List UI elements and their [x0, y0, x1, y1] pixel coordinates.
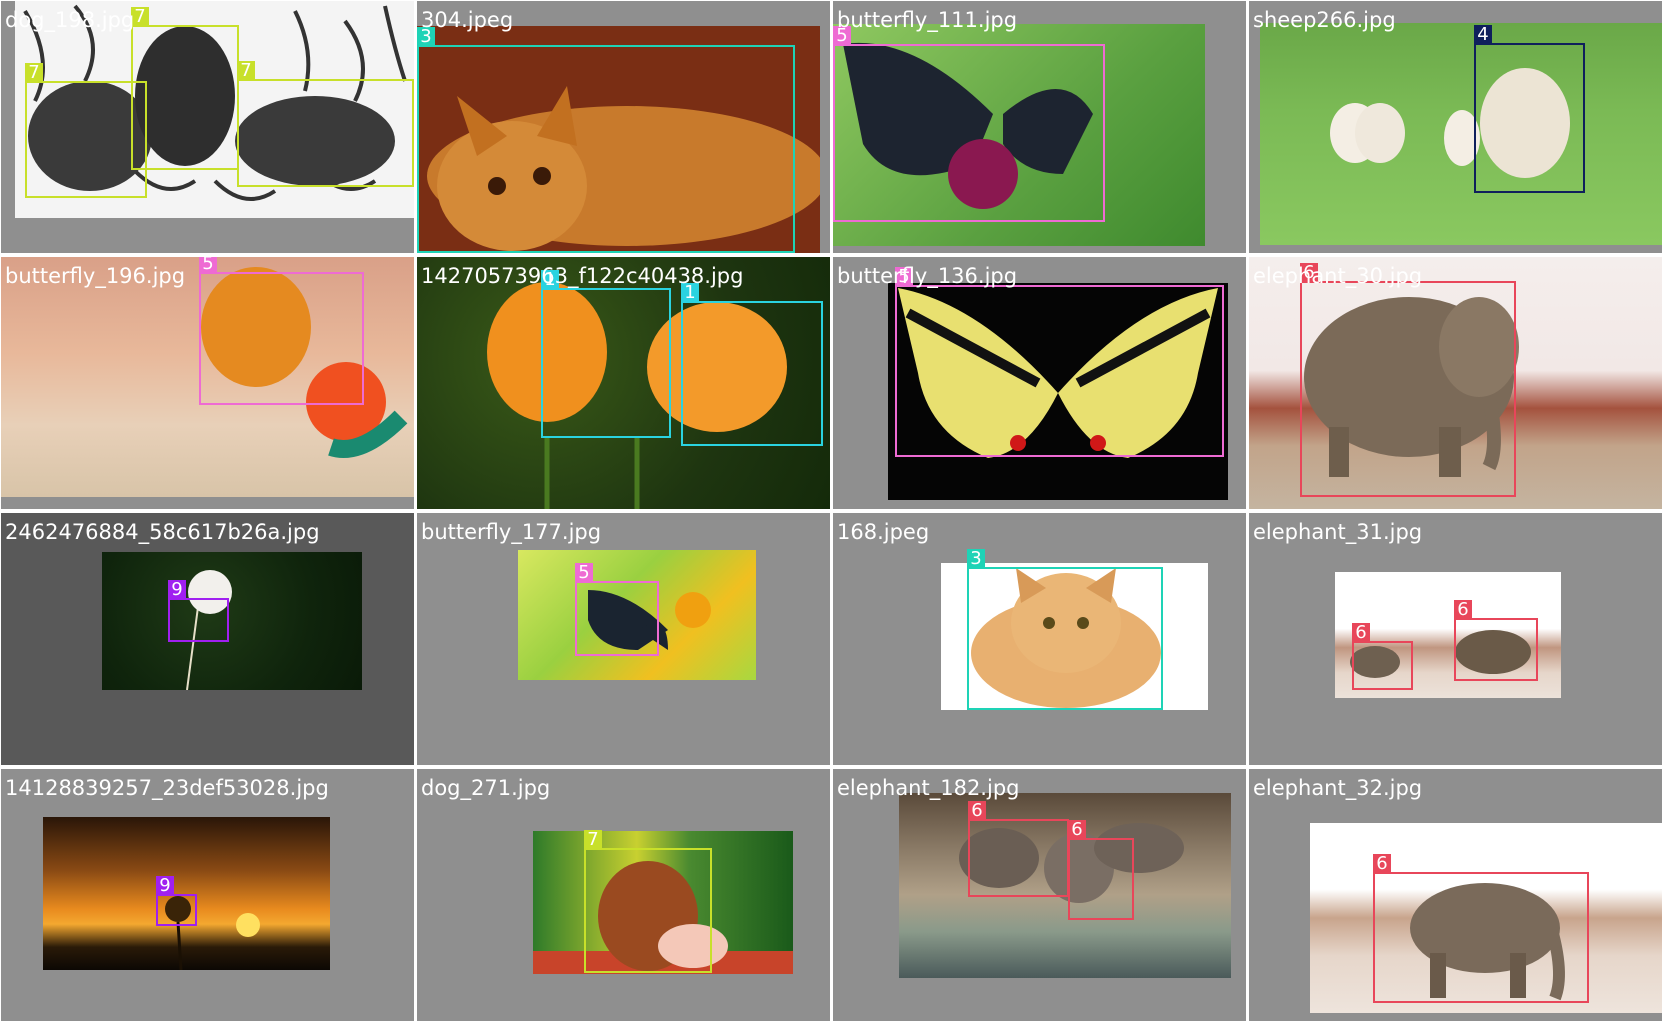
image-filename: dog_271.jpg	[421, 776, 551, 800]
detection-box: 5	[199, 257, 364, 405]
image-filename: elephant_32.jpg	[1253, 776, 1423, 800]
class-label: 9	[168, 580, 186, 600]
class-label: 7	[25, 63, 43, 83]
detection-box: 6	[1300, 263, 1516, 497]
image-tile[interactable]: 1 1 14270573963_f122c40438.jpg	[417, 257, 830, 509]
class-label: 6	[1454, 600, 1472, 620]
image-tile[interactable]: 6 6 elephant_31.jpg	[1249, 513, 1662, 765]
image-tile[interactable]: 9 2462476884_58c617b26a.jpg	[1, 513, 414, 765]
class-label: 7	[584, 830, 602, 850]
class-label: 7	[237, 61, 255, 81]
image-tile[interactable]: 6 elephant_32.jpg	[1249, 769, 1662, 1021]
image-filename: 168.jpeg	[837, 520, 930, 544]
detection-box: 1	[541, 270, 671, 438]
class-label: 9	[156, 876, 174, 896]
image-filename: elephant_31.jpg	[1253, 520, 1423, 544]
image-filename: sheep266.jpg	[1253, 8, 1396, 32]
image-tile[interactable]: 7 7 7 dog_198.jpg	[1, 1, 414, 253]
image-filename: butterfly_177.jpg	[421, 520, 602, 544]
image-tile[interactable]: 6 6 elephant_182.jpg	[833, 769, 1246, 1021]
class-label: 3	[967, 549, 985, 569]
image-filename: elephant_182.jpg	[837, 776, 1020, 800]
class-label: 6	[1373, 854, 1391, 874]
image-tile[interactable]: 7 dog_271.jpg	[417, 769, 830, 1021]
dandelion-photo	[102, 552, 362, 690]
detection-box: 6	[1068, 820, 1134, 920]
detection-box: 5	[895, 267, 1224, 457]
image-tile[interactable]: 5 butterfly_136.jpg	[833, 257, 1246, 509]
detection-box: 3	[967, 549, 1163, 710]
detection-box: 4	[1474, 25, 1585, 193]
detection-box: 6	[968, 801, 1069, 897]
class-label: 5	[199, 257, 217, 274]
detection-box: 6	[1373, 854, 1589, 1003]
detection-box: 6	[1454, 600, 1538, 681]
detection-box: 9	[156, 876, 197, 926]
detection-box: 1	[681, 283, 823, 446]
image-filename: 2462476884_58c617b26a.jpg	[5, 520, 320, 544]
image-filename: butterfly_136.jpg	[837, 264, 1018, 288]
image-mosaic: 7 7 7 dog_198.jpg 3 304.jpeg 5 butterfly…	[0, 0, 1664, 1024]
image-filename: dog_198.jpg	[5, 8, 135, 32]
detection-box: 7	[584, 830, 712, 973]
image-filename: 304.jpeg	[421, 8, 514, 32]
class-label: 6	[1068, 820, 1086, 840]
detection-box: 9	[168, 580, 229, 642]
image-tile[interactable]: 5 butterfly_196.jpg	[1, 257, 414, 509]
class-label: 4	[1474, 25, 1492, 45]
detection-box: 7	[237, 61, 414, 187]
image-tile[interactable]: 6 elephant_30.jpg	[1249, 257, 1662, 509]
sheep-photo	[1260, 23, 1662, 245]
detection-box: 5	[833, 26, 1105, 222]
detection-box: 7	[131, 7, 239, 170]
image-filename: butterfly_111.jpg	[837, 8, 1018, 32]
detection-box: 5	[575, 563, 659, 656]
image-tile[interactable]: 9 14128839257_23def53028.jpg	[1, 769, 414, 1021]
class-label: 5	[575, 563, 593, 583]
image-filename: elephant_30.jpg	[1253, 264, 1423, 288]
class-label: 6	[968, 801, 986, 821]
image-tile[interactable]: 5 butterfly_177.jpg	[417, 513, 830, 765]
image-filename: 14128839257_23def53028.jpg	[5, 776, 329, 800]
image-tile[interactable]: 3 304.jpeg	[417, 1, 830, 253]
class-label: 6	[1352, 623, 1370, 643]
detection-box: 7	[25, 63, 147, 198]
image-tile[interactable]: 5 butterfly_111.jpg	[833, 1, 1246, 253]
image-tile[interactable]: 3 168.jpeg	[833, 513, 1246, 765]
image-filename: butterfly_196.jpg	[5, 264, 186, 288]
image-filename: 14270573963_f122c40438.jpg	[421, 264, 744, 288]
detection-box: 3	[417, 27, 795, 253]
detection-box: 6	[1352, 623, 1413, 690]
image-tile[interactable]: 4 sheep266.jpg	[1249, 1, 1662, 253]
